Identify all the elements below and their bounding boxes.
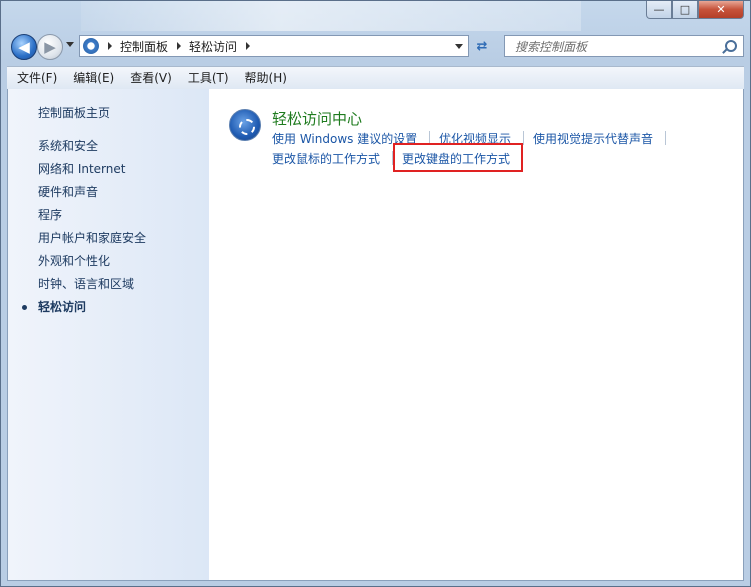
sidebar-item-appearance[interactable]: 外观和个性化: [38, 252, 110, 269]
back-button[interactable]: ◀: [11, 34, 37, 60]
sidebar-item-clock-language[interactable]: 时钟、语言和区域: [38, 275, 134, 292]
control-panel-window: — □ ✕ ◀ ▶ 控制面板 轻松访问 ⇄ 文件(F) 编辑(E) 查看(V) …: [0, 0, 751, 587]
menu-edit[interactable]: 编辑(E): [67, 68, 120, 88]
sidebar-item-ease-of-access[interactable]: 轻松访问: [38, 298, 86, 315]
content-area: 控制面板主页 系统和安全 网络和 Internet 硬件和声音 程序 用户帐户和…: [7, 89, 744, 581]
control-panel-icon: [83, 38, 99, 54]
sidebar-item-user-accounts[interactable]: 用户帐户和家庭安全: [38, 229, 146, 246]
link-visual-cues[interactable]: 使用视觉提示代替声音: [533, 130, 653, 147]
sidebar-item-hardware-sound[interactable]: 硬件和声音: [38, 183, 98, 200]
address-bar[interactable]: 控制面板 轻松访问: [79, 35, 469, 57]
search-box[interactable]: [504, 35, 744, 57]
refresh-button[interactable]: ⇄: [471, 35, 493, 57]
recent-pages-dropdown-icon[interactable]: [66, 42, 74, 47]
breadcrumb-control-panel[interactable]: 控制面板: [120, 38, 168, 55]
title-bar-background: [81, 1, 581, 31]
active-bullet-icon: [22, 305, 27, 310]
breadcrumb-arrow-icon[interactable]: [246, 42, 251, 50]
main-panel: 轻松访问中心 使用 Windows 建议的设置 优化视频显示 使用视觉提示代替声…: [209, 89, 743, 580]
link-separator: [523, 131, 524, 145]
menu-help[interactable]: 帮助(H): [239, 68, 293, 88]
sidebar-item-control-panel-home[interactable]: 控制面板主页: [38, 104, 110, 121]
title-bar[interactable]: — □ ✕: [1, 1, 750, 31]
menu-tools[interactable]: 工具(T): [182, 68, 235, 88]
breadcrumb-arrow-icon[interactable]: [108, 42, 112, 50]
menu-bar: 文件(F) 编辑(E) 查看(V) 工具(T) 帮助(H): [7, 66, 744, 90]
highlight-box: [393, 143, 523, 172]
address-dropdown-icon[interactable]: [455, 44, 463, 49]
link-separator: [665, 131, 666, 145]
minimize-button[interactable]: —: [646, 1, 672, 19]
forward-button[interactable]: ▶: [37, 34, 63, 60]
sidebar-item-network-internet[interactable]: 网络和 Internet: [38, 160, 125, 177]
breadcrumb-ease-of-access[interactable]: 轻松访问: [189, 38, 237, 55]
sidebar-item-programs[interactable]: 程序: [38, 206, 62, 223]
menu-file[interactable]: 文件(F): [11, 68, 63, 88]
caption-buttons: — □ ✕: [646, 1, 744, 19]
menu-view[interactable]: 查看(V): [124, 68, 178, 88]
ease-of-access-icon[interactable]: [229, 109, 261, 141]
sidebar-item-system-security[interactable]: 系统和安全: [38, 137, 98, 154]
maximize-button[interactable]: □: [672, 1, 698, 19]
close-button[interactable]: ✕: [698, 1, 744, 19]
category-title[interactable]: 轻松访问中心: [272, 108, 362, 129]
search-icon[interactable]: [725, 40, 737, 52]
search-input[interactable]: [513, 37, 717, 57]
breadcrumb-arrow-icon[interactable]: [177, 42, 182, 50]
navigation-bar: ◀ ▶ 控制面板 轻松访问 ⇄: [7, 32, 744, 62]
sidebar: 控制面板主页 系统和安全 网络和 Internet 硬件和声音 程序 用户帐户和…: [8, 89, 209, 580]
link-mouse-settings[interactable]: 更改鼠标的工作方式: [272, 150, 380, 167]
